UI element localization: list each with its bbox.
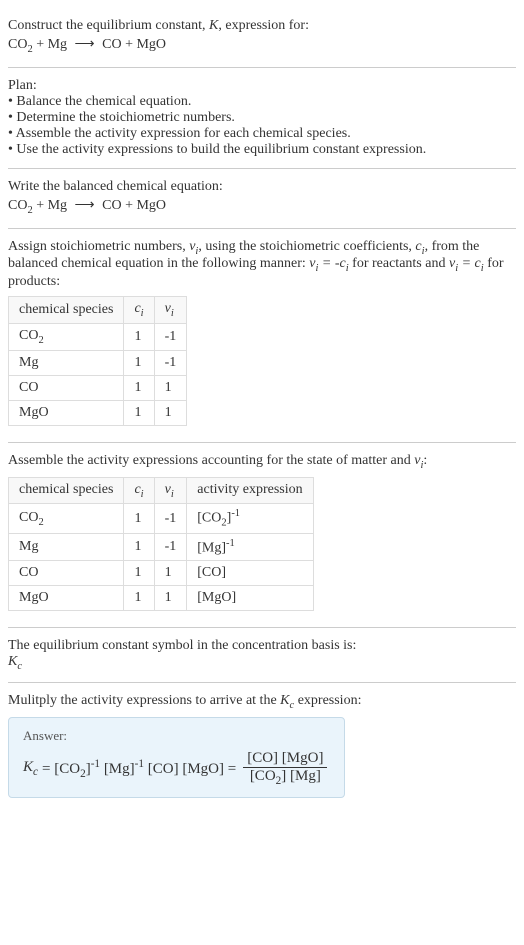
th-nui: νi: [154, 297, 187, 324]
kc-symbol: Kc: [8, 654, 516, 672]
plan-item: Balance the chemical equation.: [8, 94, 516, 110]
balanced-equation: CO2 + Mg ⟶ CO + MgO: [8, 197, 516, 216]
q-part2: , expression for:: [218, 18, 309, 33]
question-text: Construct the equilibrium constant, K, e…: [8, 18, 516, 34]
balanced-section: Write the balanced chemical equation: CO…: [8, 169, 516, 229]
question-section: Construct the equilibrium constant, K, e…: [8, 8, 516, 68]
fraction: [CO] [MgO] [CO2] [Mg]: [243, 750, 327, 787]
table-header-row: chemical species ci νi: [9, 297, 187, 324]
stoich-section: Assign stoichiometric numbers, νi, using…: [8, 229, 516, 443]
denominator: [CO2] [Mg]: [246, 768, 325, 787]
symbol-title: The equilibrium constant symbol in the c…: [8, 638, 516, 654]
question-equation: CO2 + Mg ⟶ CO + MgO: [8, 36, 516, 55]
table-row: CO2 1 -1 [CO2]-1: [9, 504, 314, 533]
plan-title: Plan:: [8, 78, 516, 94]
answer-box: Answer: Kc = [CO2]-1 [Mg]-1 [CO] [MgO] =…: [8, 717, 345, 798]
activity-table: chemical species ci νi activity expressi…: [8, 477, 314, 612]
table-row: MgO 1 1: [9, 400, 187, 425]
table-row: CO 1 1: [9, 375, 187, 400]
plan-item: Determine the stoichiometric numbers.: [8, 110, 516, 126]
table-row: CO2 1 -1: [9, 323, 187, 350]
table-header-row: chemical species ci νi activity expressi…: [9, 477, 314, 504]
table-row: MgO 1 1 [MgO]: [9, 586, 314, 611]
activity-section: Assemble the activity expressions accoun…: [8, 443, 516, 629]
plan-list: Balance the chemical equation. Determine…: [8, 94, 516, 158]
table-row: Mg 1 -1 [Mg]-1: [9, 533, 314, 561]
numerator: [CO] [MgO]: [243, 750, 327, 768]
q-part1: Construct the equilibrium constant,: [8, 18, 209, 33]
th-ci: ci: [124, 297, 154, 324]
table-row: CO 1 1 [CO]: [9, 561, 314, 586]
activity-title: Assemble the activity expressions accoun…: [8, 453, 516, 471]
balanced-title: Write the balanced chemical equation:: [8, 179, 516, 195]
table-row: Mg 1 -1: [9, 350, 187, 375]
stoich-text: Assign stoichiometric numbers, νi, using…: [8, 239, 516, 291]
multiply-title: Mulitply the activity expressions to arr…: [8, 693, 516, 711]
symbol-section: The equilibrium constant symbol in the c…: [8, 628, 516, 683]
th-species: chemical species: [9, 297, 124, 324]
answer-label: Answer:: [23, 728, 330, 744]
plan-item: Assemble the activity expression for eac…: [8, 126, 516, 142]
plan-item: Use the activity expressions to build th…: [8, 142, 516, 158]
stoich-table: chemical species ci νi CO2 1 -1 Mg 1 -1 …: [8, 296, 187, 426]
multiply-section: Mulitply the activity expressions to arr…: [8, 683, 516, 808]
q-K: K: [209, 18, 218, 33]
answer-expression: Kc = [CO2]-1 [Mg]-1 [CO] [MgO] = [CO] [M…: [23, 750, 330, 787]
plan-section: Plan: Balance the chemical equation. Det…: [8, 68, 516, 169]
